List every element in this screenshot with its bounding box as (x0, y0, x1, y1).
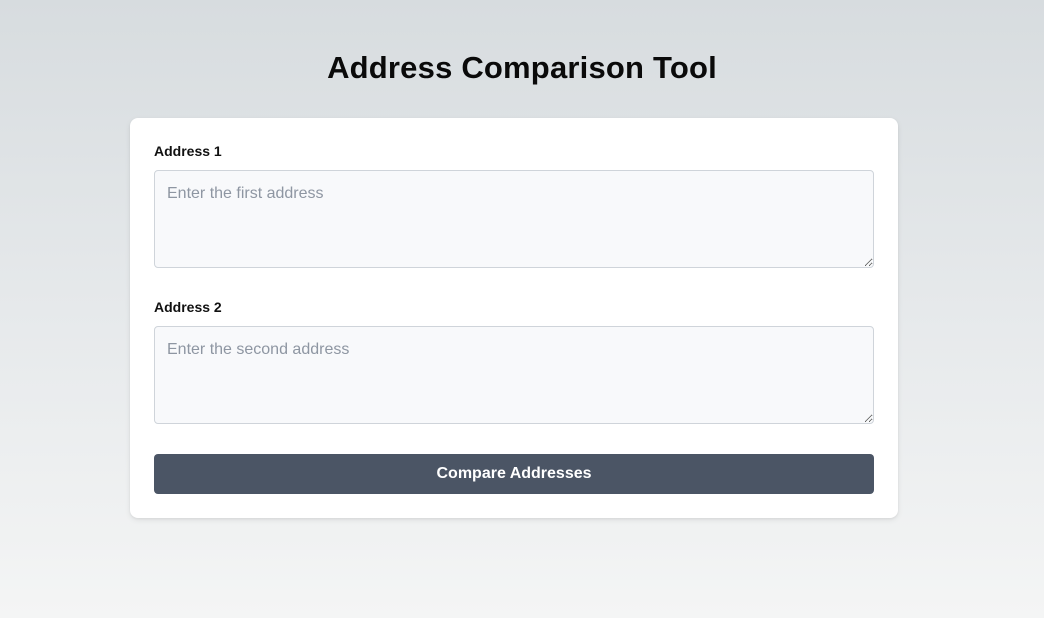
address-1-field-group: Address 1 (154, 142, 874, 268)
page-title: Address Comparison Tool (327, 50, 717, 85)
compare-addresses-button[interactable]: Compare Addresses (154, 454, 874, 494)
address-form-card: Address 1 Address 2 Compare Addresses (130, 118, 898, 518)
address-2-input[interactable] (154, 326, 874, 424)
address-2-field-group: Address 2 (154, 298, 874, 424)
address-1-input[interactable] (154, 170, 874, 268)
address-2-label: Address 2 (154, 299, 222, 315)
address-1-label: Address 1 (154, 143, 222, 159)
